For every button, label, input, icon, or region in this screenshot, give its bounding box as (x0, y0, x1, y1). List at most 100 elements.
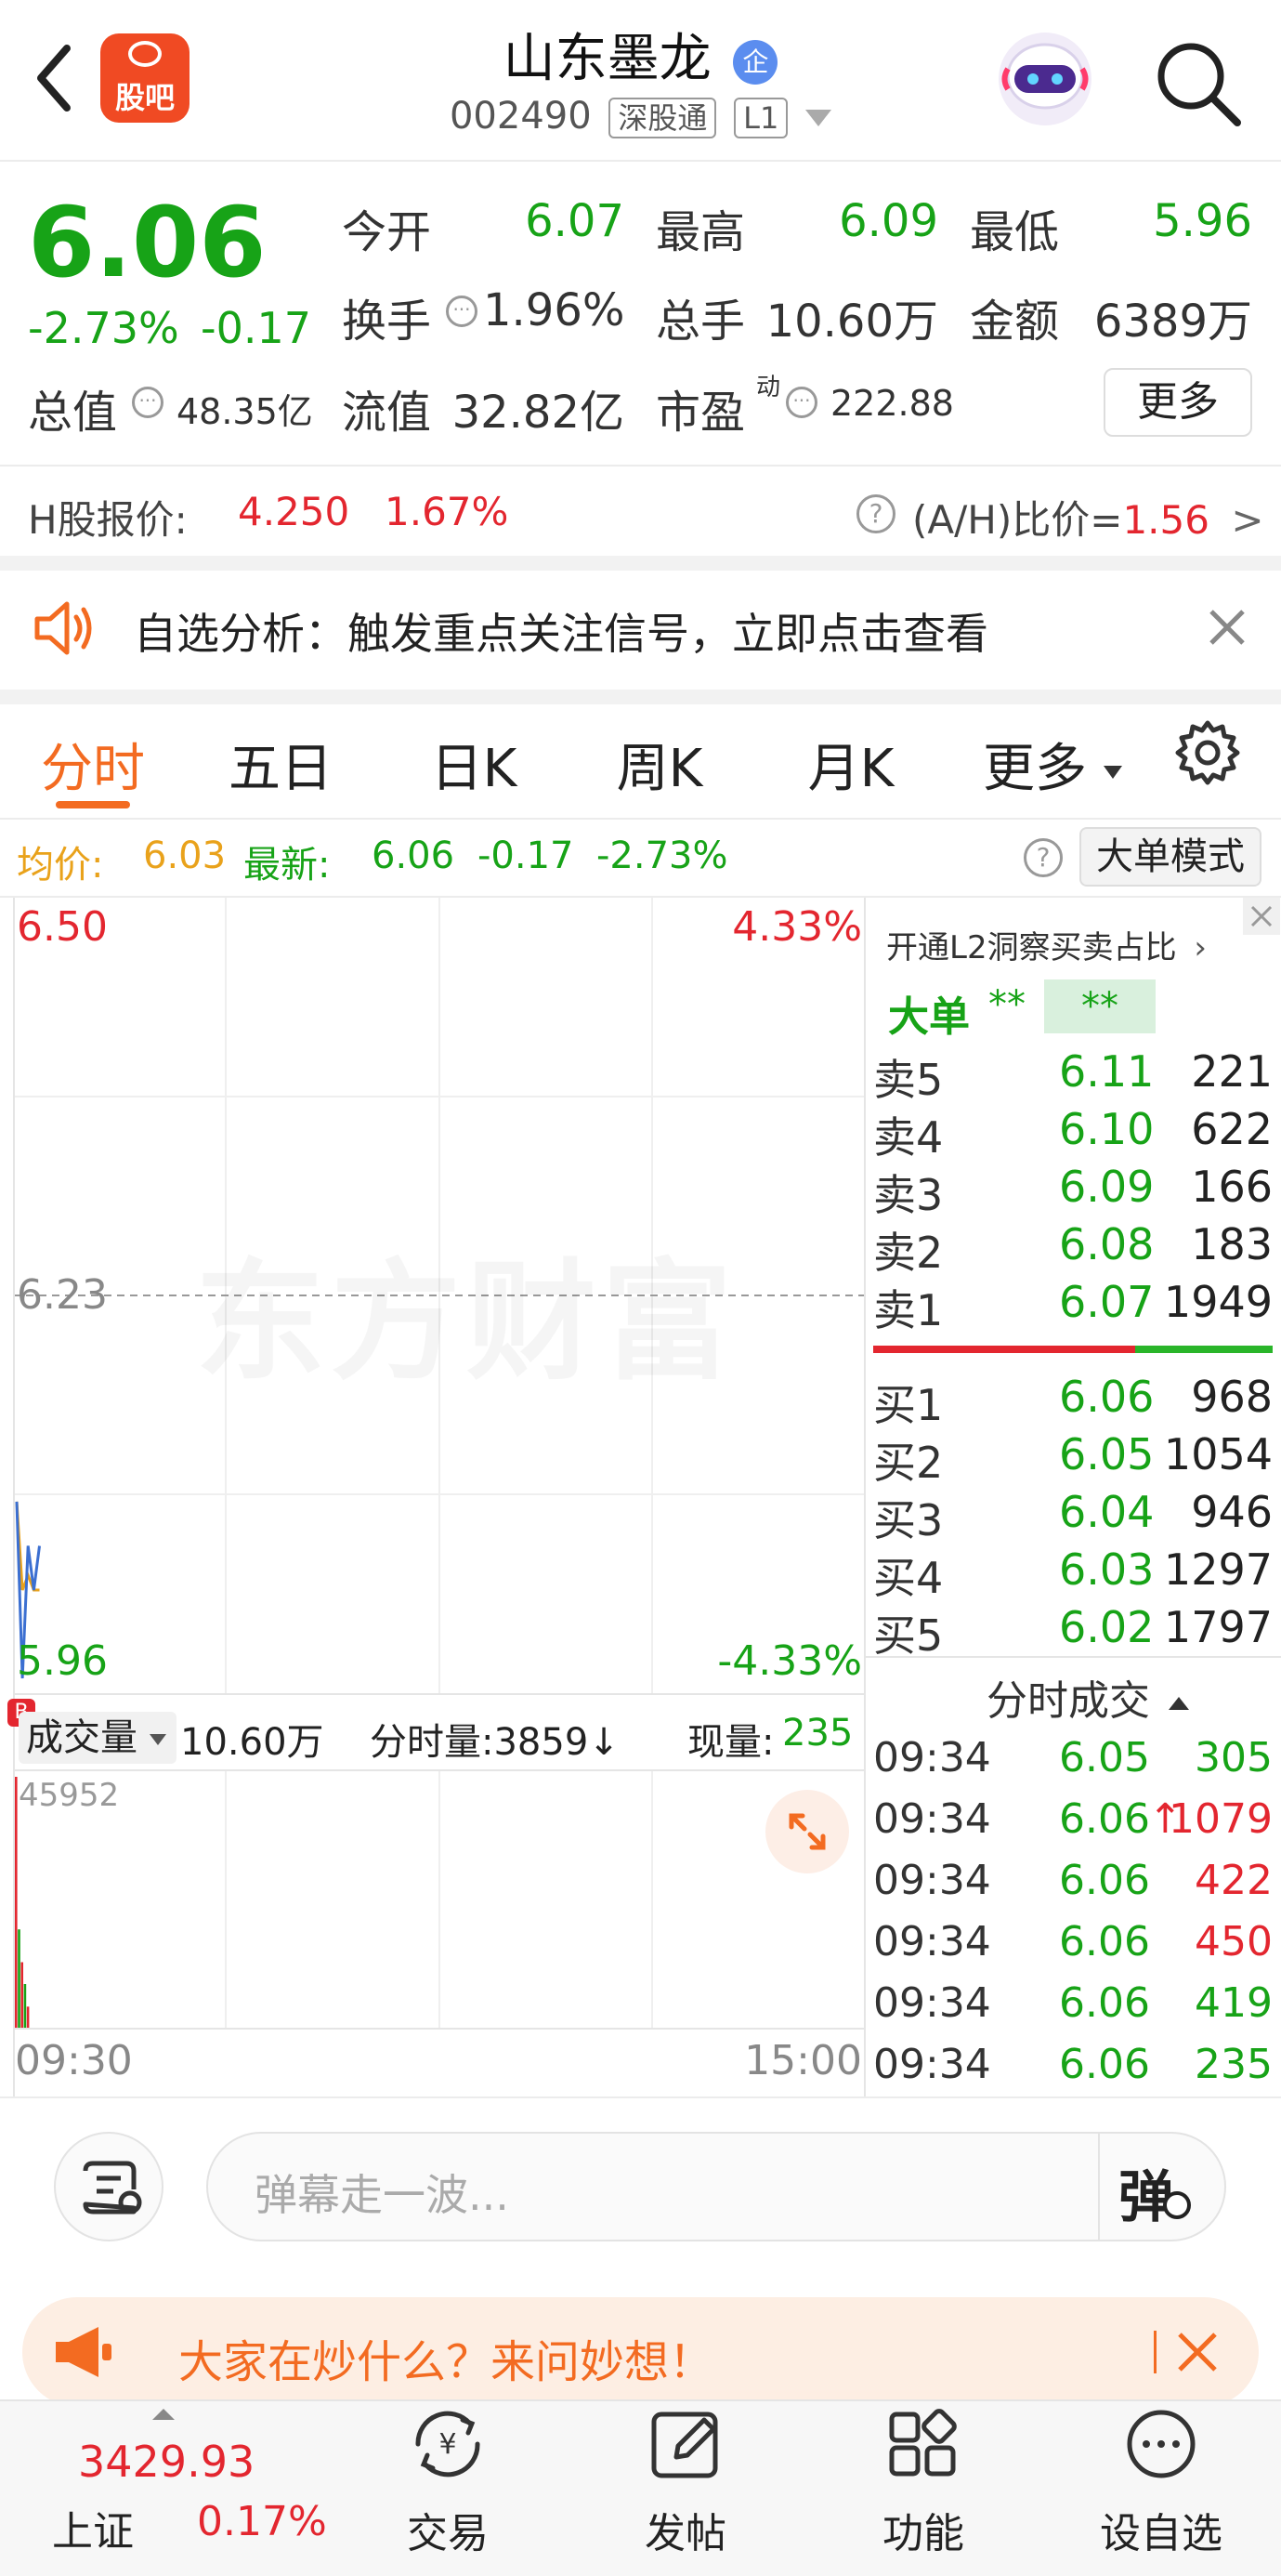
high-value: 6.09 (839, 195, 938, 247)
bid-volume: 968 (1191, 1372, 1273, 1422)
trades-title[interactable]: 分时成交 (987, 1667, 1189, 1727)
pct-axis-bottom: -4.33% (717, 1637, 862, 1685)
bid-price: 6.04 (1059, 1487, 1155, 1537)
info-icon[interactable]: ··· (132, 387, 163, 418)
bid-level-label: 买2 (873, 1438, 944, 1488)
close-icon[interactable] (1174, 2329, 1221, 2375)
l2-upgrade-link[interactable]: 开通L2洞察买卖占比 › (886, 922, 1207, 967)
trade-icon[interactable]: ¥ (355, 2407, 541, 2485)
volume-chart[interactable] (13, 1771, 866, 2028)
help-icon[interactable]: ? (856, 494, 895, 533)
low-label: 最低 (970, 206, 1060, 258)
trade-price: 6.06 (1059, 2041, 1150, 2088)
ask-level-label: 卖3 (873, 1170, 944, 1220)
promo-banner[interactable]: 大家在炒什么？来问妙想！ (22, 2297, 1259, 2407)
bid-row: 买3 6.04 946 (873, 1487, 1273, 1545)
level1-tag: L1 (734, 98, 789, 138)
tab-intraday[interactable]: 分时 (19, 727, 167, 802)
trade-price: 6.06 (1059, 1979, 1150, 2027)
nav-add-watchlist-label[interactable]: 设自选 (1068, 2500, 1254, 2559)
search-icon[interactable] (1152, 37, 1245, 130)
tab-monthly-k[interactable]: 月K (777, 727, 925, 802)
caret-up-icon (152, 2409, 175, 2420)
ask-price: 6.08 (1059, 1219, 1155, 1269)
market-cap-label: 总值 (28, 387, 118, 439)
functions-grid-icon[interactable] (830, 2407, 1016, 2485)
volume-bar (15, 1777, 18, 2028)
close-panel-icon[interactable] (1243, 898, 1280, 935)
danmu-input[interactable]: 弹幕走一波... 弹 (206, 2132, 1226, 2241)
more-button[interactable]: 更多 (1104, 368, 1252, 437)
trade-time: 09:34 (873, 1857, 991, 1904)
info-icon[interactable]: ··· (446, 296, 477, 327)
latest-value: 6.06 (372, 835, 455, 877)
ah-ratio-link[interactable]: (A/H)比价=1.56 > (912, 489, 1264, 545)
volume-bar (26, 2006, 30, 2028)
info-icon[interactable]: ··· (786, 387, 817, 418)
bid-row: 买1 6.06 968 (873, 1372, 1273, 1430)
tab-active-indicator (56, 801, 130, 808)
trade-row: 09:34 6.06 ↑ 1079 (873, 1795, 1273, 1857)
volume-total: 10.60万 (180, 1721, 324, 1764)
high-label: 最高 (656, 206, 746, 258)
trade-price: 6.05 (1059, 1734, 1150, 1781)
tab-more[interactable]: 更多 (983, 727, 1122, 802)
danmu-toggle-button[interactable]: 弹 (1118, 2152, 1202, 2230)
nav-post-label[interactable]: 发帖 (593, 2500, 778, 2559)
big-order-mode-button[interactable]: 大单模式 (1079, 827, 1261, 887)
trade-volume: 419 (1195, 1979, 1273, 2027)
settings-gear-icon[interactable] (1172, 717, 1243, 788)
trade-volume: 1079 (1169, 1795, 1273, 1843)
amount-label: 金额 (970, 296, 1060, 348)
ask-row: 卖2 6.08 183 (873, 1219, 1273, 1278)
ask-level-label: 卖5 (873, 1055, 944, 1105)
bid-price: 6.02 (1059, 1602, 1155, 1652)
trade-time: 09:34 (873, 1795, 991, 1843)
ask-volume: 221 (1191, 1046, 1273, 1097)
tab-more-label: 更多 (983, 739, 1087, 799)
tab-five-day[interactable]: 五日 (206, 727, 355, 802)
trade-row: 09:34 6.06 419 (873, 1979, 1273, 2041)
volume-header-divider (13, 1693, 866, 1695)
ask-volume: 183 (1191, 1219, 1273, 1269)
tab-daily-k[interactable]: 日K (399, 727, 548, 802)
volume-value: 10.60万 (765, 296, 938, 348)
bid-volume: 1054 (1163, 1429, 1273, 1479)
danmu-toggle-label: 弹 (1118, 2165, 1174, 2230)
ask-price: 6.09 (1059, 1162, 1155, 1212)
current-volume-label: 现量: (687, 1721, 775, 1764)
danmu-input-placeholder: 弹幕走一波... (255, 2170, 509, 2220)
nav-trade-label[interactable]: 交易 (355, 2500, 541, 2559)
index-ticker[interactable]: 3429.93 上证 0.17% (0, 2399, 344, 2576)
chevron-down-icon[interactable] (805, 110, 832, 126)
volume-indicator-select[interactable]: 成交量 (19, 1712, 176, 1764)
watermark: 东方财富 (195, 1217, 738, 1405)
comment-settings-button[interactable] (54, 2132, 163, 2241)
avg-price-value: 6.03 (143, 835, 227, 877)
bid-row: 买2 6.05 1054 (873, 1429, 1273, 1488)
promo-text: 大家在炒什么？来问妙想！ (178, 2336, 714, 2388)
nav-functions-label[interactable]: 功能 (830, 2500, 1016, 2559)
add-watchlist-icon[interactable] (1068, 2407, 1254, 2485)
post-icon[interactable] (593, 2407, 778, 2485)
alert-text[interactable]: 自选分析：触发重点关注信号，立即点击查看 (134, 600, 988, 662)
volume-indicator-label: 成交量 (26, 1716, 137, 1759)
trade-time: 09:34 (873, 1918, 991, 1965)
ask-volume: 622 (1191, 1104, 1273, 1154)
chart-bottom-border (0, 2096, 1281, 2098)
quote-divider (0, 465, 1281, 467)
hshare-price: 4.250 (238, 489, 350, 534)
big-order-label: 大单 (888, 993, 970, 1041)
bid-price: 6.06 (1059, 1372, 1155, 1422)
open-label: 今开 (342, 206, 432, 258)
help-icon[interactable]: ? (1024, 838, 1063, 877)
tab-weekly-k[interactable]: 周K (585, 727, 734, 802)
expand-icon[interactable] (765, 1790, 849, 1873)
header-divider (0, 160, 1281, 162)
amount-value: 6389万 (1093, 296, 1252, 348)
close-icon[interactable] (1204, 604, 1250, 651)
trade-time: 09:34 (873, 2041, 991, 2088)
stock-code: 002490 (449, 95, 592, 138)
robot-assistant-icon[interactable] (994, 28, 1096, 130)
bid-volume: 946 (1191, 1487, 1273, 1537)
